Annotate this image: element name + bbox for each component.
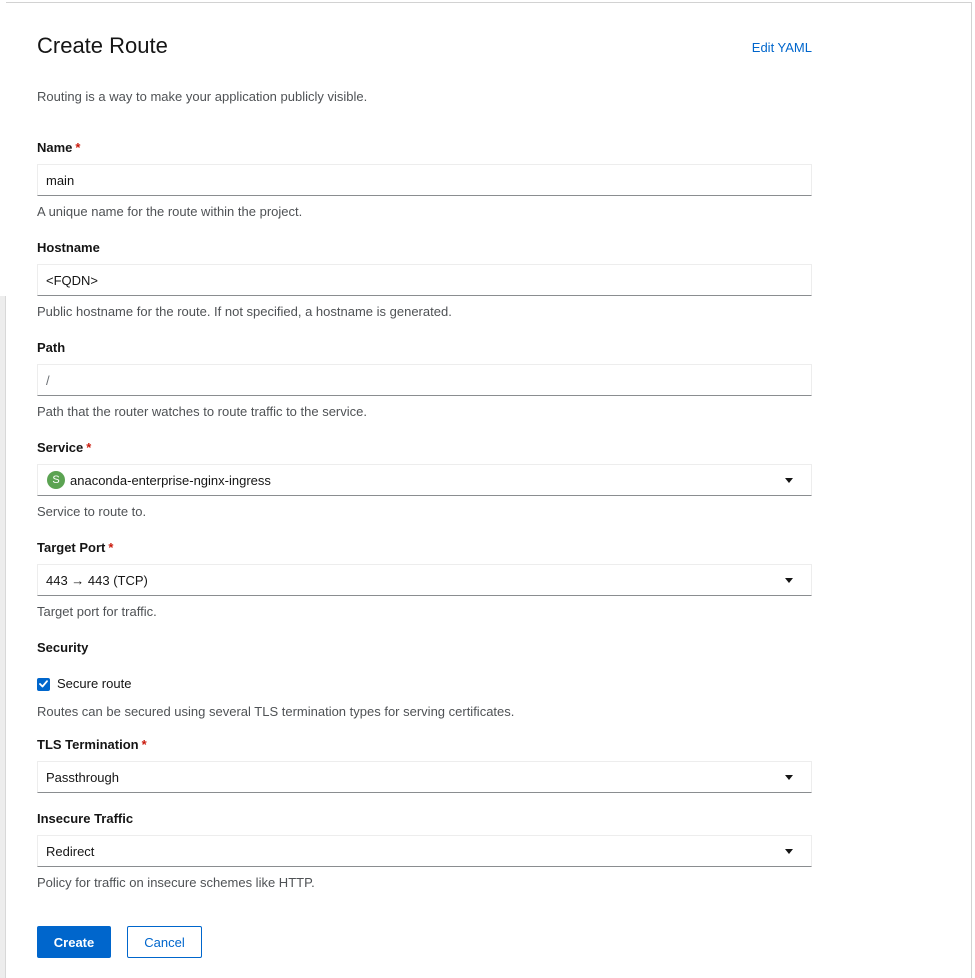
tls-termination-select[interactable]: Passthrough <box>37 761 812 793</box>
path-label: Path <box>37 340 65 356</box>
name-required-marker: * <box>75 140 81 155</box>
service-select-value: S anaconda-enterprise-nginx-ingress <box>46 471 271 489</box>
secure-route-row: Secure route <box>37 676 131 692</box>
cancel-button[interactable]: Cancel <box>127 926 202 958</box>
name-label: Name * <box>37 140 80 156</box>
hostname-help: Public hostname for the route. If not sp… <box>37 304 452 319</box>
chevron-down-icon <box>785 848 793 854</box>
insecure-traffic-select[interactable]: Redirect <box>37 835 812 867</box>
name-input[interactable] <box>46 172 803 188</box>
target-port-value-text: 443 → 443 (TCP) <box>46 572 148 588</box>
top-divider <box>6 2 971 3</box>
chevron-down-icon <box>785 577 793 583</box>
tls-termination-label: TLS Termination * <box>37 737 147 753</box>
service-help: Service to route to. <box>37 504 147 519</box>
right-divider <box>971 2 972 978</box>
target-port-select-value: 443 → 443 (TCP) <box>46 573 148 588</box>
secure-route-label[interactable]: Secure route <box>57 676 131 692</box>
left-scroll-track <box>0 296 6 978</box>
hostname-label: Hostname <box>37 240 100 256</box>
name-help: A unique name for the route within the p… <box>37 204 303 219</box>
path-label-text: Path <box>37 340 66 355</box>
security-help: Routes can be secured using several TLS … <box>37 704 515 719</box>
target-port-required-marker: * <box>108 540 114 555</box>
insecure-traffic-value-text: Redirect <box>46 843 95 859</box>
create-button[interactable]: Create <box>37 926 111 958</box>
page-title: Create Route <box>37 33 168 58</box>
left-panel-edge <box>0 0 6 978</box>
service-label-text: Service <box>37 440 84 455</box>
checkmark-icon <box>39 680 48 688</box>
target-port-label-text: Target Port <box>37 540 106 555</box>
target-port-select[interactable]: 443 → 443 (TCP) <box>37 564 812 596</box>
path-field[interactable] <box>37 364 812 396</box>
insecure-traffic-label: Insecure Traffic <box>37 811 133 827</box>
target-port-help: Target port for traffic. <box>37 604 157 619</box>
path-help: Path that the router watches to route tr… <box>37 404 367 419</box>
tls-termination-select-value: Passthrough <box>46 770 119 785</box>
intro-text: Routing is a way to make your applicatio… <box>37 89 368 104</box>
tls-termination-label-text: TLS Termination <box>37 737 139 752</box>
insecure-traffic-label-text: Insecure Traffic <box>37 811 134 826</box>
hostname-label-text: Hostname <box>37 240 100 255</box>
service-required-marker: * <box>86 440 92 455</box>
name-field[interactable] <box>37 164 812 196</box>
create-route-page: Create Route Edit YAML Routing is a way … <box>0 0 975 978</box>
hostname-field[interactable] <box>37 264 812 296</box>
chevron-down-icon <box>785 477 793 483</box>
service-value-text: anaconda-enterprise-nginx-ingress <box>70 472 271 488</box>
tls-termination-required-marker: * <box>141 737 147 752</box>
security-label: Security <box>37 640 88 656</box>
service-badge-icon: S <box>47 471 65 489</box>
hostname-input[interactable] <box>46 272 803 288</box>
chevron-down-icon <box>785 774 793 780</box>
tls-termination-value-text: Passthrough <box>46 769 119 785</box>
service-label: Service * <box>37 440 91 456</box>
edit-yaml-link[interactable]: Edit YAML <box>752 40 812 56</box>
secure-route-checkbox[interactable] <box>37 677 50 691</box>
target-port-label: Target Port * <box>37 540 113 556</box>
name-label-text: Name <box>37 140 73 155</box>
security-label-text: Security <box>37 640 89 655</box>
insecure-traffic-select-value: Redirect <box>46 844 94 859</box>
service-select[interactable]: S anaconda-enterprise-nginx-ingress <box>37 464 812 496</box>
path-input[interactable] <box>46 372 803 388</box>
insecure-traffic-help: Policy for traffic on insecure schemes l… <box>37 875 315 890</box>
